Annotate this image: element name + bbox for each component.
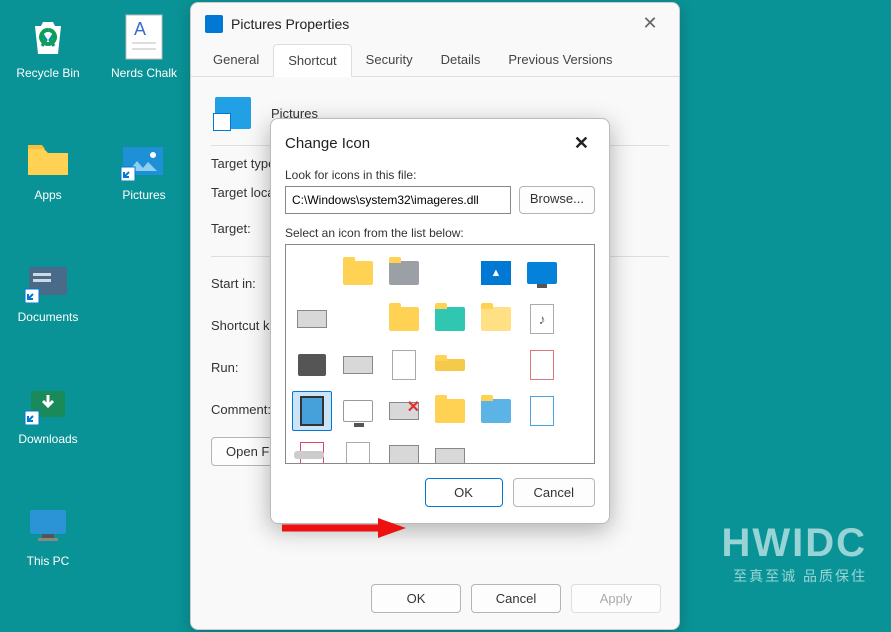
icon-tile[interactable] <box>430 299 470 339</box>
desktop-icon-this-pc[interactable]: This PC <box>8 500 88 568</box>
pictures-shortcut-icon <box>119 134 169 184</box>
icon-tile[interactable]: ▲ <box>476 253 516 293</box>
look-for-label: Look for icons in this file: <box>285 168 595 182</box>
icon-tile[interactable]: ● <box>338 437 378 464</box>
icon-tile[interactable] <box>522 253 562 293</box>
icon-tile[interactable] <box>338 345 378 385</box>
icon-tile[interactable] <box>476 299 516 339</box>
icon-list-scrollbar[interactable] <box>294 451 324 459</box>
icon-path-input[interactable] <box>285 186 511 214</box>
change-icon-dialog: Change Icon ✕ Look for icons in this fil… <box>270 118 610 524</box>
desktop-icon-recycle-bin[interactable]: Recycle Bin <box>8 12 88 80</box>
properties-cancel-button[interactable]: Cancel <box>471 584 561 613</box>
icon-tile[interactable] <box>384 253 424 293</box>
svg-text:A: A <box>134 19 146 39</box>
shortcut-large-icon <box>215 97 251 129</box>
this-pc-icon <box>23 500 73 550</box>
change-icon-cancel-button[interactable]: Cancel <box>513 478 595 507</box>
tab-details[interactable]: Details <box>427 44 495 76</box>
properties-ok-button[interactable]: OK <box>371 584 461 613</box>
window-icon <box>205 15 223 33</box>
close-icon[interactable]: ✕ <box>635 13 665 34</box>
icon-tile[interactable] <box>522 391 562 431</box>
change-icon-ok-button[interactable]: OK <box>425 478 503 507</box>
select-icon-label: Select an icon from the list below: <box>285 226 595 240</box>
tab-security[interactable]: Security <box>352 44 427 76</box>
dialog-title: Change Icon <box>285 135 370 152</box>
icon-tile-selected[interactable] <box>292 391 332 431</box>
icon-tile[interactable] <box>476 391 516 431</box>
browse-button[interactable]: Browse... <box>519 186 595 214</box>
window-title: Pictures Properties <box>231 16 349 32</box>
tab-shortcut[interactable]: Shortcut <box>273 44 351 77</box>
documents-shortcut-icon <box>23 256 73 306</box>
tab-row: General Shortcut Security Details Previo… <box>191 44 679 77</box>
icon-tile[interactable] <box>430 391 470 431</box>
dialog-close-icon[interactable]: ✕ <box>568 133 595 154</box>
desktop-icon-pictures[interactable]: Pictures <box>104 134 184 202</box>
text-doc-icon: A <box>119 12 169 62</box>
window-titlebar: Pictures Properties ✕ <box>191 3 679 44</box>
icon-tile[interactable] <box>522 345 562 385</box>
icon-tile[interactable] <box>384 299 424 339</box>
folder-icon <box>23 134 73 184</box>
icon-tile[interactable] <box>338 253 378 293</box>
icon-tile[interactable] <box>292 299 332 339</box>
icon-tile[interactable]: ♪ <box>522 299 562 339</box>
icon-tile[interactable] <box>384 345 424 385</box>
icon-tile[interactable]: ✕ <box>384 391 424 431</box>
tab-previous-versions[interactable]: Previous Versions <box>494 44 626 76</box>
downloads-shortcut-icon <box>23 378 73 428</box>
icon-tile[interactable] <box>430 437 470 464</box>
icon-tile[interactable] <box>430 345 470 385</box>
icon-tile[interactable] <box>384 437 424 464</box>
tab-general[interactable]: General <box>199 44 273 76</box>
icon-tile[interactable] <box>292 345 332 385</box>
icon-list[interactable]: ▲ ♪ ✕ ● <box>285 244 595 464</box>
desktop-icon-documents[interactable]: Documents <box>8 256 88 324</box>
properties-apply-button: Apply <box>571 584 661 613</box>
recycle-bin-icon <box>23 12 73 62</box>
desktop-icon-nerds-chalk[interactable]: A Nerds Chalk <box>104 12 184 80</box>
icon-tile[interactable] <box>338 391 378 431</box>
desktop-icon-apps[interactable]: Apps <box>8 134 88 202</box>
desktop-icon-downloads[interactable]: Downloads <box>8 378 88 446</box>
